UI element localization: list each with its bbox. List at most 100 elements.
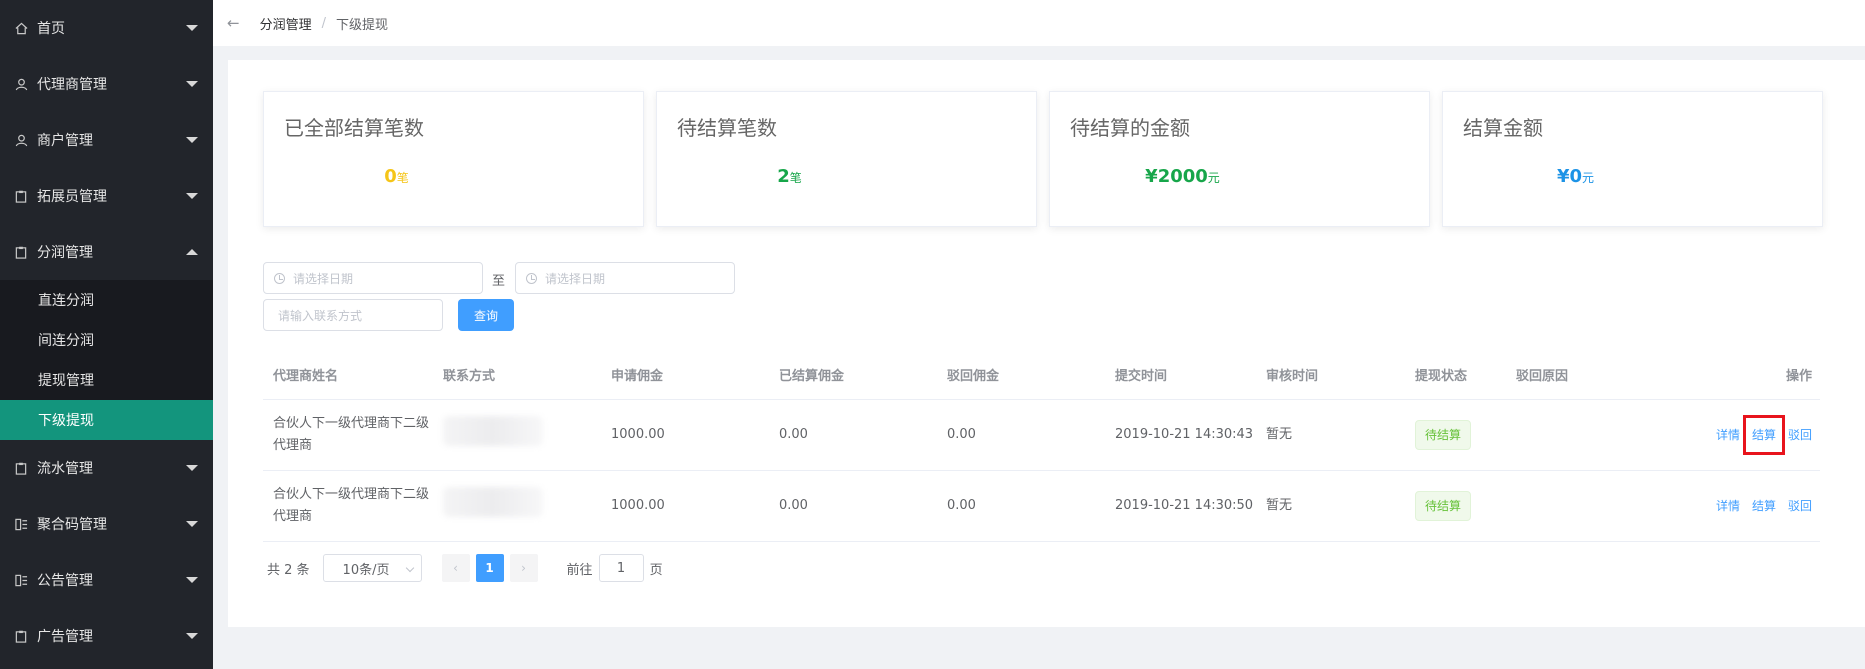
stat-value: ¥2000元 bbox=[1050, 166, 1315, 187]
grid-list-icon bbox=[14, 573, 28, 587]
clipboard-icon bbox=[14, 245, 28, 259]
cell-review-time: 暂无 bbox=[1266, 498, 1293, 513]
end-date-input[interactable]: 请选择日期 bbox=[515, 262, 735, 294]
chevron-down-icon bbox=[405, 563, 414, 573]
menu-label: 聚合码管理 bbox=[37, 517, 107, 533]
header-reject-reason: 驳回原因 bbox=[1516, 368, 1569, 384]
start-date-input[interactable]: 请选择日期 bbox=[263, 262, 483, 294]
menu-label: 代理商管理 bbox=[37, 77, 107, 93]
header-actions: 操作 bbox=[1785, 368, 1812, 384]
caret-down-icon bbox=[186, 137, 198, 143]
menu-label: 流水管理 bbox=[37, 461, 93, 477]
withdraw-table: 代理商姓名 联系方式 申请佣金 已结算佣金 驳回佣金 提交时间 审核时间 提现状… bbox=[263, 354, 1820, 542]
stat-value: 0笔 bbox=[264, 166, 529, 187]
redacted-block bbox=[443, 416, 543, 446]
clipboard-icon bbox=[14, 189, 28, 203]
prev-page-button[interactable]: ‹ bbox=[441, 554, 470, 582]
stat-number: ¥0 bbox=[1556, 166, 1583, 187]
menu-label: 首页 bbox=[37, 21, 65, 37]
goto-label: 前往 bbox=[566, 562, 593, 578]
cell-status: 待结算 bbox=[1405, 491, 1506, 521]
settle-link[interactable]: 结算 bbox=[1742, 414, 1785, 455]
date-range-separator: 至 bbox=[492, 274, 506, 289]
menu-item-profit[interactable]: 分润管理 bbox=[0, 224, 213, 280]
cell-actions: 详情 结算 驳回 bbox=[1656, 495, 1820, 518]
menu-item-ads[interactable]: 广告管理 bbox=[0, 608, 213, 664]
stat-card-settled-amount: 结算金额 ¥0元 bbox=[1442, 91, 1823, 227]
menu-item-flow[interactable]: 流水管理 bbox=[0, 440, 213, 496]
page-number-1[interactable]: 1 bbox=[475, 554, 504, 582]
main-panel: 已全部结算笔数 0笔 待结算笔数 2笔 待结算的金额 ¥2000元 结算金额 ¥… bbox=[228, 60, 1865, 627]
menu-label: 公告管理 bbox=[37, 573, 93, 589]
clipboard-icon bbox=[14, 461, 28, 475]
breadcrumb-current: 下级提现 bbox=[335, 17, 388, 33]
stat-title: 待结算的金额 bbox=[1070, 116, 1190, 140]
stat-value: ¥0元 bbox=[1443, 166, 1708, 187]
header-agent-name: 代理商姓名 bbox=[273, 368, 339, 384]
stat-title: 已全部结算笔数 bbox=[284, 116, 424, 140]
query-button[interactable]: 查询 bbox=[458, 299, 514, 331]
total-count: 共 2 条 bbox=[267, 562, 310, 578]
detail-link[interactable]: 详情 bbox=[1716, 424, 1740, 446]
stat-card-settled-count: 已全部结算笔数 0笔 bbox=[263, 91, 644, 227]
menu-item-merchant[interactable]: 商户管理 bbox=[0, 112, 213, 168]
stat-card-pending-amount: 待结算的金额 ¥2000元 bbox=[1049, 91, 1430, 227]
cell-contact-redacted bbox=[433, 416, 601, 454]
start-date-placeholder: 请选择日期 bbox=[293, 271, 354, 286]
cell-agent-name: 合伙人下一级代理商下二级代理商 bbox=[273, 416, 430, 453]
cell-submit-time: 2019-10-21 14:30:50 bbox=[1115, 498, 1254, 513]
cell-rejected-commission: 0.00 bbox=[947, 427, 976, 442]
stat-number: 2 bbox=[777, 166, 790, 187]
page-size-select[interactable]: 10条/页 bbox=[322, 554, 422, 582]
stat-title: 结算金额 bbox=[1463, 116, 1543, 140]
stat-number: ¥2000 bbox=[1145, 166, 1208, 187]
cell-actions: 详情 结算 驳回 bbox=[1656, 414, 1820, 455]
menu-label: 分润管理 bbox=[37, 245, 93, 261]
user-icon bbox=[14, 133, 28, 147]
submenu-item-withdraw-manage[interactable]: 提现管理 bbox=[0, 360, 213, 400]
reject-link[interactable]: 驳回 bbox=[1788, 495, 1812, 517]
status-badge: 待结算 bbox=[1415, 420, 1472, 450]
reject-link[interactable]: 驳回 bbox=[1788, 424, 1812, 446]
breadcrumb-parent[interactable]: 分润管理 bbox=[260, 14, 312, 33]
menu-item-notice[interactable]: 公告管理 bbox=[0, 552, 213, 608]
menu-label: 商户管理 bbox=[37, 133, 93, 149]
caret-down-icon bbox=[186, 81, 198, 87]
next-page-button[interactable]: › bbox=[509, 554, 538, 582]
caret-down-icon bbox=[186, 193, 198, 199]
home-icon bbox=[14, 21, 28, 35]
breadcrumb-separator: / bbox=[321, 15, 326, 31]
caret-down-icon bbox=[186, 577, 198, 583]
page-suffix: 页 bbox=[649, 562, 663, 578]
menu-item-agent[interactable]: 代理商管理 bbox=[0, 56, 213, 112]
sidebar: 首页 代理商管理 商户管理 拓展员管理 分润管理 直连分润 间连分润 提现管理 … bbox=[0, 0, 213, 669]
clock-icon bbox=[274, 272, 285, 284]
stat-value: 2笔 bbox=[657, 166, 922, 187]
header-review-time: 审核时间 bbox=[1266, 368, 1319, 384]
submenu-item-sub-withdraw[interactable]: 下级提现 bbox=[0, 400, 213, 440]
page-size-value: 10条/页 bbox=[342, 562, 390, 578]
menu-item-promoter[interactable]: 拓展员管理 bbox=[0, 168, 213, 224]
stat-unit: 元 bbox=[1582, 171, 1595, 185]
stat-number: 0 bbox=[384, 166, 397, 187]
header-submit-time: 提交时间 bbox=[1115, 368, 1168, 384]
header-withdraw-status: 提现状态 bbox=[1415, 368, 1468, 384]
settle-link[interactable]: 结算 bbox=[1752, 495, 1776, 517]
stat-unit: 笔 bbox=[789, 171, 802, 185]
menu-item-qrcode[interactable]: 聚合码管理 bbox=[0, 496, 213, 552]
redacted-block bbox=[443, 487, 543, 517]
submenu-item-indirect-profit[interactable]: 间连分润 bbox=[0, 320, 213, 360]
back-arrow-icon[interactable]: ← bbox=[227, 14, 240, 32]
table-header: 代理商姓名 联系方式 申请佣金 已结算佣金 驳回佣金 提交时间 审核时间 提现状… bbox=[263, 354, 1820, 400]
cell-contact-redacted bbox=[433, 487, 601, 525]
submenu-item-direct-profit[interactable]: 直连分润 bbox=[0, 280, 213, 320]
stat-card-pending-count: 待结算笔数 2笔 bbox=[656, 91, 1037, 227]
menu-item-home[interactable]: 首页 bbox=[0, 0, 213, 56]
cell-settled-commission: 0.00 bbox=[779, 427, 808, 442]
contact-input[interactable]: 请输入联系方式 bbox=[263, 299, 443, 331]
header-rejected-commission: 驳回佣金 bbox=[947, 368, 1000, 384]
detail-link[interactable]: 详情 bbox=[1716, 495, 1740, 517]
cell-review-time: 暂无 bbox=[1266, 427, 1293, 442]
cell-settled-commission: 0.00 bbox=[779, 498, 808, 513]
goto-page-input[interactable]: 1 bbox=[598, 554, 644, 582]
